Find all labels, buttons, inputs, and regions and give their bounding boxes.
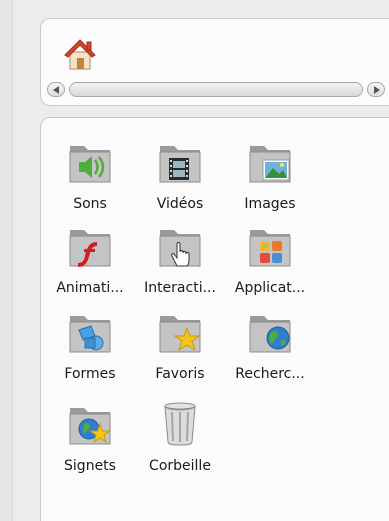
horizontal-scrollbar[interactable] <box>47 82 389 98</box>
folder-item-sons[interactable]: Sons <box>41 138 131 228</box>
scroll-left-arrow-icon <box>53 86 59 94</box>
gallery-page: Sons Vidéos Images Animati... Interacti.… <box>0 0 389 521</box>
folder-item-applications[interactable]: Applicat... <box>221 222 311 312</box>
folder-item-videos[interactable]: Vidéos <box>131 138 221 228</box>
folder-item-images[interactable]: Images <box>221 138 311 228</box>
item-label: Signets <box>64 458 116 474</box>
folder-item-interactions[interactable]: Interacti... <box>131 222 221 312</box>
folder-globe-star-icon <box>67 400 113 446</box>
item-label: Animati... <box>56 280 124 296</box>
folder-flash-icon <box>67 222 113 268</box>
folder-shapes-icon <box>67 308 113 354</box>
folder-item-animations[interactable]: Animati... <box>41 222 131 312</box>
trash-icon <box>157 400 203 446</box>
item-label: Corbeille <box>149 458 211 474</box>
scroll-thumb[interactable] <box>69 82 363 97</box>
folder-item-signets[interactable]: Signets <box>41 400 131 490</box>
folder-item-formes[interactable]: Formes <box>41 308 131 398</box>
item-label: Interacti... <box>144 280 216 296</box>
navigation-panel <box>40 18 389 106</box>
item-label: Sons <box>73 196 107 212</box>
item-label: Applicat... <box>234 280 306 296</box>
folder-item-recherche[interactable]: Recherc... <box>221 308 311 398</box>
item-label: Vidéos <box>156 196 204 212</box>
folder-globe-icon <box>247 308 293 354</box>
folder-item-favoris[interactable]: Favoris <box>131 308 221 398</box>
folder-grid: Sons Vidéos Images Animati... Interacti.… <box>40 117 389 521</box>
item-label: Favoris <box>155 366 205 382</box>
folder-item-corbeille[interactable]: Corbeille <box>131 400 221 490</box>
folder-hand-icon <box>157 222 203 268</box>
item-label: Recherc... <box>235 366 305 382</box>
left-edge <box>0 0 13 521</box>
scroll-right-arrow-icon <box>374 86 380 94</box>
folder-video-icon <box>157 138 203 184</box>
item-label: Formes <box>64 366 116 382</box>
scroll-right-button[interactable] <box>367 82 385 97</box>
folder-images-icon <box>247 138 293 184</box>
home-icon[interactable] <box>63 37 97 71</box>
scroll-left-button[interactable] <box>47 82 65 97</box>
folder-apps-icon <box>247 222 293 268</box>
folder-sound-icon <box>67 138 113 184</box>
item-label: Images <box>244 196 296 212</box>
folder-star-icon <box>157 308 203 354</box>
